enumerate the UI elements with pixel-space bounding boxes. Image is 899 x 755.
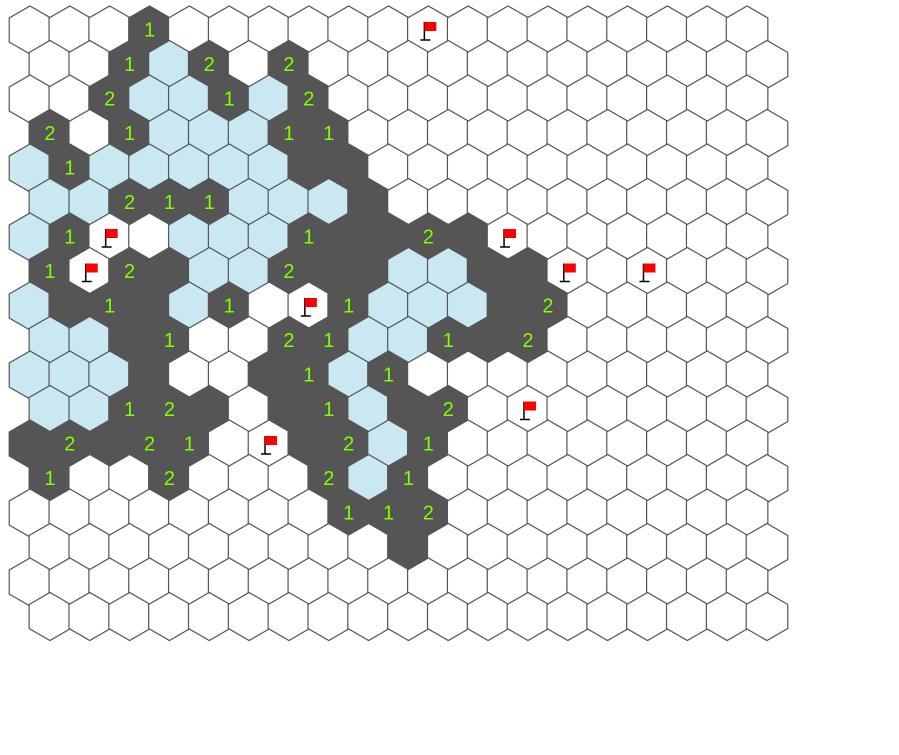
cell-number: 2 xyxy=(423,226,434,248)
cell-number: 1 xyxy=(383,364,394,386)
cell-number: 1 xyxy=(164,192,175,214)
cell-number: 1 xyxy=(303,226,314,248)
cell-number: 1 xyxy=(204,192,215,214)
cell-number: 1 xyxy=(44,261,55,283)
cell-number: 1 xyxy=(164,330,175,352)
cell-number: 1 xyxy=(443,330,454,352)
cell-number: 2 xyxy=(204,54,215,76)
cell-number: 1 xyxy=(64,157,75,179)
cell-number: 1 xyxy=(283,123,294,145)
cell-number: 1 xyxy=(104,295,115,317)
cell-number: 2 xyxy=(283,54,294,76)
cell-number: 1 xyxy=(343,295,354,317)
cell-number: 1 xyxy=(124,123,135,145)
cell-number: 2 xyxy=(64,433,75,455)
cell-number: 2 xyxy=(144,433,155,455)
cell-number: 2 xyxy=(542,295,553,317)
cell-number: 1 xyxy=(124,399,135,421)
cell-number: 1 xyxy=(323,399,334,421)
cell-number: 2 xyxy=(44,123,55,145)
cell-number: 1 xyxy=(323,330,334,352)
cell-number: 2 xyxy=(124,192,135,214)
cell-number: 1 xyxy=(144,19,155,41)
cell-number: 1 xyxy=(224,295,235,317)
cell-number: 1 xyxy=(124,54,135,76)
cell-number: 2 xyxy=(283,330,294,352)
cell-number: 2 xyxy=(522,330,533,352)
cell-number: 1 xyxy=(423,433,434,455)
cell-number: 2 xyxy=(303,88,314,110)
cell-number: 1 xyxy=(303,364,314,386)
cell-number: 2 xyxy=(124,261,135,283)
cell-number: 1 xyxy=(184,433,195,455)
cell-number: 1 xyxy=(383,502,394,524)
cell-number: 2 xyxy=(104,88,115,110)
cell-number: 2 xyxy=(164,468,175,490)
cell-number: 1 xyxy=(64,226,75,248)
cell-number: 1 xyxy=(224,88,235,110)
cell-number: 2 xyxy=(443,399,454,421)
cell-number: 1 xyxy=(323,123,334,145)
cell-number: 2 xyxy=(164,399,175,421)
cell-number: 2 xyxy=(343,433,354,455)
cell-number: 2 xyxy=(323,468,334,490)
hex-minesweeper-board[interactable]: 1122212211112111121221112121121112122212… xyxy=(0,0,899,755)
cell-number: 1 xyxy=(403,468,414,490)
cell-number: 2 xyxy=(283,261,294,283)
cell-number: 1 xyxy=(44,468,55,490)
cell-number: 1 xyxy=(343,502,354,524)
cell-number: 2 xyxy=(423,502,434,524)
